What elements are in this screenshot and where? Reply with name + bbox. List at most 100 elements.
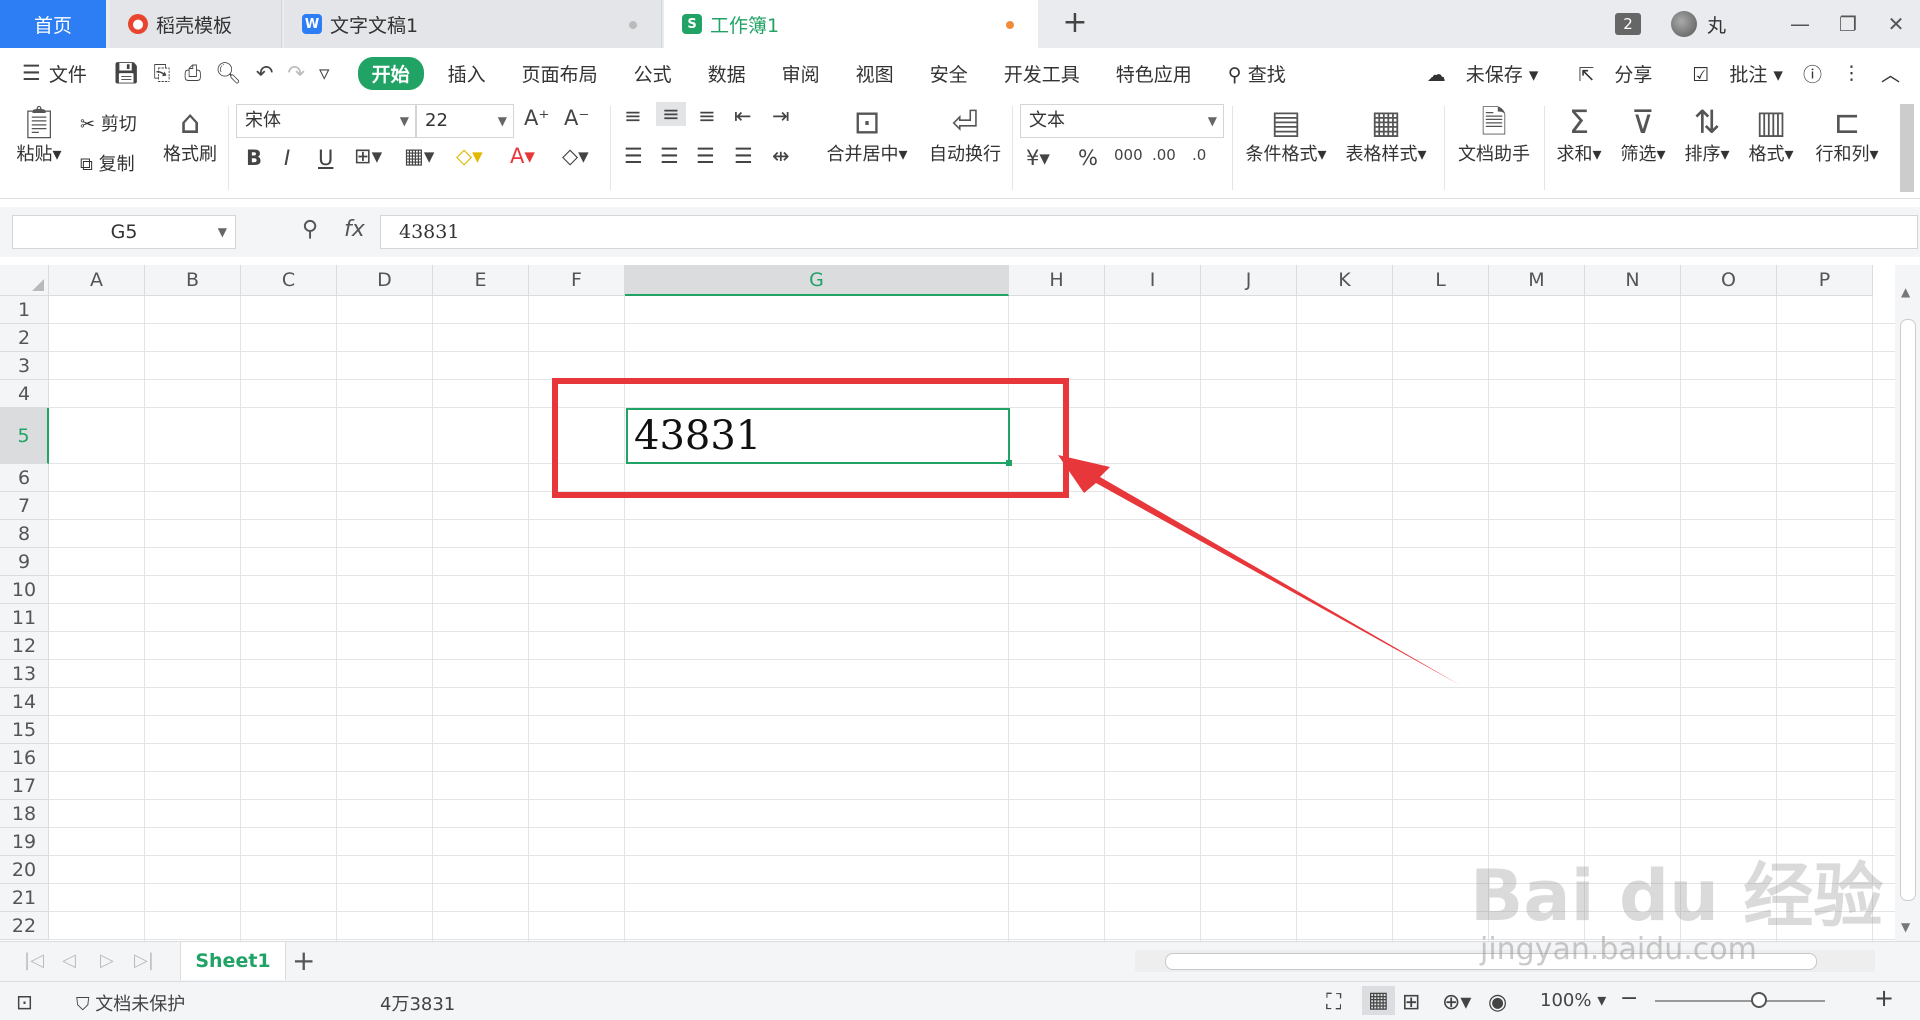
fx-icon[interactable]: fx <box>344 217 365 242</box>
column-header-d[interactable]: D <box>337 265 433 296</box>
row-header-15[interactable]: 15 <box>0 716 49 744</box>
menu-special[interactable]: 特色应用 <box>1116 60 1192 87</box>
percent-icon[interactable]: % <box>1078 146 1098 170</box>
row-header-16[interactable]: 16 <box>0 744 49 772</box>
font-color-icon[interactable]: A▾ <box>510 144 535 168</box>
column-header-n[interactable]: N <box>1585 265 1681 296</box>
close-window-icon[interactable]: ✕ <box>1872 12 1920 36</box>
merge-center-button[interactable]: ⊡ 合并居中▾ <box>822 104 912 166</box>
menu-insert[interactable]: 插入 <box>448 60 486 87</box>
zoom-out-icon[interactable]: − <box>1620 986 1638 1011</box>
border-icon[interactable]: ⊞▾ <box>354 144 382 168</box>
minimize-icon[interactable]: — <box>1776 12 1824 36</box>
prev-sheet-icon[interactable]: ◁ <box>62 950 76 971</box>
column-header-j[interactable]: J <box>1201 265 1297 296</box>
eye-protection-icon[interactable]: ◉ <box>1488 990 1507 1015</box>
new-tab-button[interactable]: + <box>1058 6 1092 40</box>
number-format-select[interactable]: 文本 ▼ <box>1020 104 1224 138</box>
row-header-13[interactable]: 13 <box>0 660 49 688</box>
filter-button[interactable]: ⊽ 筛选▾ <box>1616 104 1670 166</box>
save-icon[interactable]: 💾︎ <box>113 61 140 86</box>
avatar[interactable] <box>1670 11 1697 37</box>
row-header-21[interactable]: 21 <box>0 884 49 912</box>
menu-formula[interactable]: 公式 <box>634 60 672 87</box>
row-header-12[interactable]: 12 <box>0 632 49 660</box>
tab-home[interactable]: 首页 <box>0 0 106 48</box>
distribute-icon[interactable]: ⇹ <box>772 144 790 168</box>
export-icon[interactable]: ⎘ <box>154 61 171 86</box>
menu-page-layout[interactable]: 页面布局 <box>522 60 598 87</box>
align-right-icon[interactable]: ☰ <box>696 144 715 168</box>
zoom-slider-knob[interactable] <box>1751 992 1767 1008</box>
hamburger-menu-icon[interactable]: ☰ <box>22 61 41 85</box>
table-style-button[interactable]: ▦ 表格样式▾ <box>1340 104 1432 166</box>
zoom-slider[interactable] <box>1655 992 1825 1008</box>
column-header-h[interactable]: H <box>1009 265 1105 296</box>
align-left-icon[interactable]: ☰ <box>624 144 643 168</box>
align-center-icon[interactable]: ☰ <box>660 144 679 168</box>
sheet-tab-sheet1[interactable]: Sheet1 <box>180 942 286 980</box>
column-header-b[interactable]: B <box>145 265 241 296</box>
protection-status[interactable]: ⛉ 文档未保护 <box>76 990 185 1016</box>
cloud-save-button[interactable]: ☁︎ 未保存 ▾ <box>1407 60 1539 87</box>
menu-view[interactable]: 视图 <box>856 60 894 87</box>
align-middle-icon[interactable]: ≡ <box>656 102 686 126</box>
conditional-format-button[interactable]: ▤ 条件格式▾ <box>1240 104 1332 166</box>
column-header-i[interactable]: I <box>1105 265 1201 296</box>
increase-decimal-icon[interactable]: .00 <box>1152 146 1176 164</box>
scroll-up-icon[interactable]: ▲ <box>1901 285 1910 299</box>
italic-icon[interactable]: I <box>284 146 290 170</box>
normal-view-icon[interactable]: ▦ <box>1362 986 1395 1015</box>
name-box[interactable]: G5 ▼ <box>12 215 236 249</box>
decrease-indent-icon[interactable]: ⇤ <box>734 104 752 128</box>
row-header-19[interactable]: 19 <box>0 828 49 856</box>
column-header-p[interactable]: P <box>1777 265 1873 296</box>
decrease-font-icon[interactable]: A⁻ <box>564 106 589 130</box>
cut-button[interactable]: ✂ 剪切 <box>80 110 137 136</box>
column-header-f[interactable]: F <box>529 265 625 296</box>
row-header-2[interactable]: 2 <box>0 324 49 352</box>
thousands-icon[interactable]: 000 <box>1114 146 1143 164</box>
first-sheet-icon[interactable]: |◁ <box>24 950 44 971</box>
tab-workbook-unsaved-dot-icon[interactable] <box>1006 21 1014 29</box>
ribbon-scroll-handle[interactable] <box>1900 104 1914 192</box>
zoom-formula-icon[interactable]: ⚲ <box>302 217 318 242</box>
window-count-badge[interactable]: 2 <box>1614 13 1641 35</box>
menu-start[interactable]: 开始 <box>357 56 424 90</box>
zoom-in-icon[interactable]: + <box>1874 984 1894 1012</box>
format-painter-button[interactable]: ⌂ 格式刷 <box>160 104 220 166</box>
undo-icon[interactable]: ↶ <box>256 61 274 85</box>
row-header-9[interactable]: 9 <box>0 548 49 576</box>
cell-style-icon[interactable]: ▦▾ <box>404 144 434 168</box>
row-header-7[interactable]: 7 <box>0 492 49 520</box>
column-header-k[interactable]: K <box>1297 265 1393 296</box>
page-layout-view-icon[interactable]: ⊕▾ <box>1442 990 1471 1015</box>
clear-icon[interactable]: ◇▾ <box>562 144 589 168</box>
column-header-m[interactable]: M <box>1489 265 1585 296</box>
font-name-select[interactable]: 宋体 ▼ <box>236 104 416 138</box>
decrease-decimal-icon[interactable]: .0 <box>1192 146 1206 164</box>
add-sheet-button[interactable]: + <box>292 944 315 977</box>
row-header-14[interactable]: 14 <box>0 688 49 716</box>
last-sheet-icon[interactable]: ▷| <box>134 950 154 971</box>
row-header-4[interactable]: 4 <box>0 380 49 408</box>
formula-input[interactable]: 43831 <box>380 215 1918 249</box>
row-header-22[interactable]: 22 <box>0 912 49 940</box>
search-button[interactable]: ⚲ 查找 <box>1228 60 1286 87</box>
zoom-level[interactable]: 100% ▾ <box>1540 990 1606 1011</box>
print-icon[interactable]: ⎙ <box>184 61 201 86</box>
row-header-1[interactable]: 1 <box>0 296 49 324</box>
row-header-3[interactable]: 3 <box>0 352 49 380</box>
copy-button[interactable]: ⧉ 复制 <box>80 150 135 176</box>
username[interactable]: 丸 <box>1707 11 1726 38</box>
file-menu[interactable]: 文件 <box>49 60 87 87</box>
column-header-a[interactable]: A <box>49 265 145 296</box>
menu-security[interactable]: 安全 <box>930 60 968 87</box>
more-icon[interactable]: ⋮ <box>1842 62 1861 84</box>
row-header-20[interactable]: 20 <box>0 856 49 884</box>
sum-button[interactable]: Σ 求和▾ <box>1552 104 1606 166</box>
format-button[interactable]: ▥ 格式▾ <box>1744 104 1798 166</box>
tab-workbook[interactable]: S 工作簿1 <box>664 0 1038 48</box>
next-sheet-icon[interactable]: ▷ <box>100 950 114 971</box>
scroll-down-icon[interactable]: ▼ <box>1901 920 1910 934</box>
